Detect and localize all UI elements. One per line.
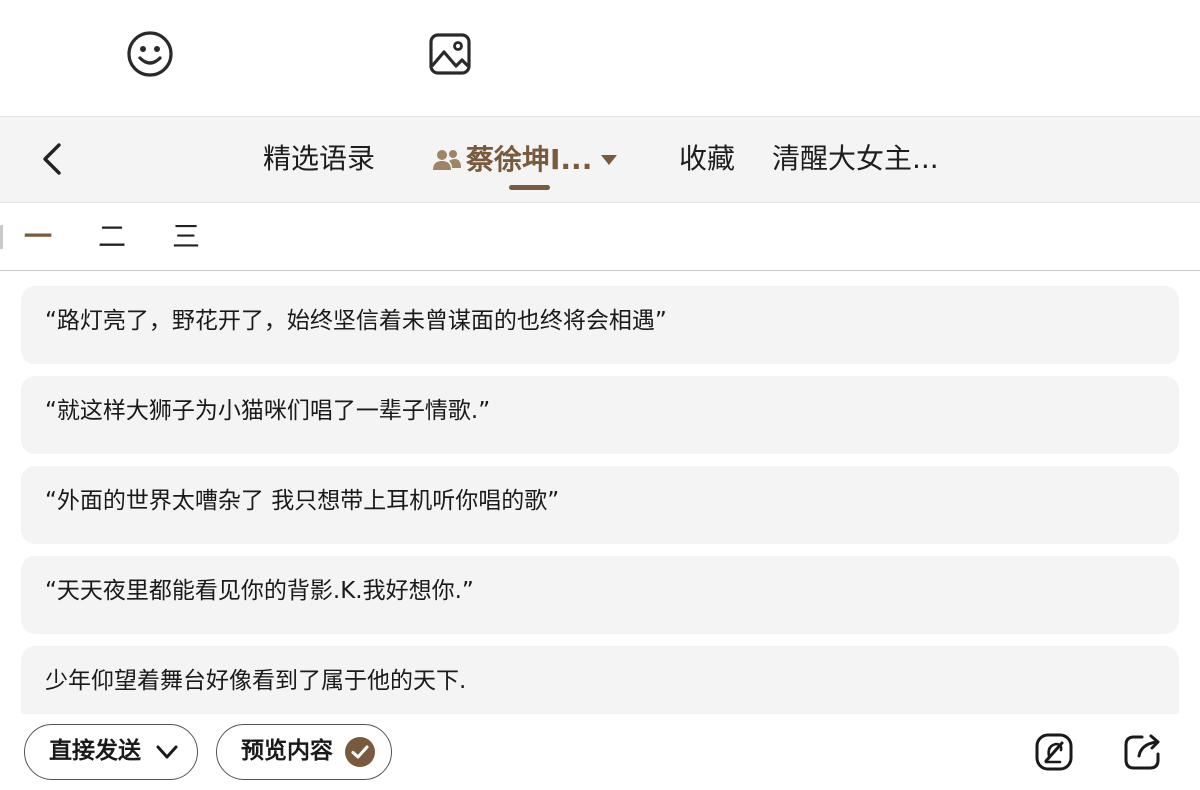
tab-selected-quotes[interactable]: 精选语录: [263, 139, 375, 179]
quote-list: “路灯亮了，野花开了，始终坚信着未曾谋面的也终将会相遇” “就这样大狮子为小猫咪…: [0, 271, 1200, 714]
quote-card[interactable]: “外面的世界太嘈杂了 我只想带上耳机听你唱的歌”: [21, 466, 1179, 544]
smiley-icon[interactable]: [126, 30, 174, 78]
bottom-bar: 直接发送 预览内容: [0, 714, 1200, 790]
sub-tab-three[interactable]: 三: [172, 217, 200, 257]
sub-tab-edge-marker: [0, 225, 3, 249]
top-toolbar: [0, 0, 1200, 117]
tab-idol[interactable]: 蔡徐坤I...: [432, 139, 618, 179]
caret-down-icon[interactable]: [600, 153, 618, 167]
quote-card[interactable]: “天天夜里都能看见你的背影.K.我好想你.”: [21, 556, 1179, 634]
sub-tab-bar: 一 二 三: [0, 203, 1200, 271]
image-icon[interactable]: [426, 30, 474, 78]
person-group-icon: [433, 150, 461, 170]
quote-card[interactable]: “路灯亮了，野花开了，始终坚信着未曾谋面的也终将会相遇”: [21, 286, 1179, 364]
quote-card[interactable]: 少年仰望着舞台好像看到了属于他的天下.: [21, 646, 1179, 714]
tab-heroine[interactable]: 清醒大女主...: [772, 139, 939, 179]
edit-icon[interactable]: [1034, 732, 1074, 772]
check-circle-icon: [345, 737, 375, 767]
nav-bar: 精选语录 蔡徐坤I... 收藏 清醒大女主...: [0, 117, 1200, 203]
chevron-down-icon: [156, 745, 178, 759]
sub-tab-one[interactable]: 一: [24, 217, 52, 257]
tab-idol-label: 蔡徐坤I...: [466, 143, 593, 176]
preview-content-toggle[interactable]: 预览内容: [216, 724, 392, 780]
active-tab-indicator: [509, 185, 550, 190]
preview-content-label: 预览内容: [241, 738, 333, 764]
quote-card[interactable]: “就这样大狮子为小猫咪们唱了一辈子情歌.”: [21, 376, 1179, 454]
share-icon[interactable]: [1122, 732, 1162, 772]
send-directly-label: 直接发送: [49, 738, 141, 764]
sub-tab-two[interactable]: 二: [98, 217, 126, 257]
send-directly-button[interactable]: 直接发送: [24, 724, 198, 780]
tab-favorites[interactable]: 收藏: [679, 139, 735, 179]
chevron-left-icon[interactable]: [32, 137, 76, 181]
